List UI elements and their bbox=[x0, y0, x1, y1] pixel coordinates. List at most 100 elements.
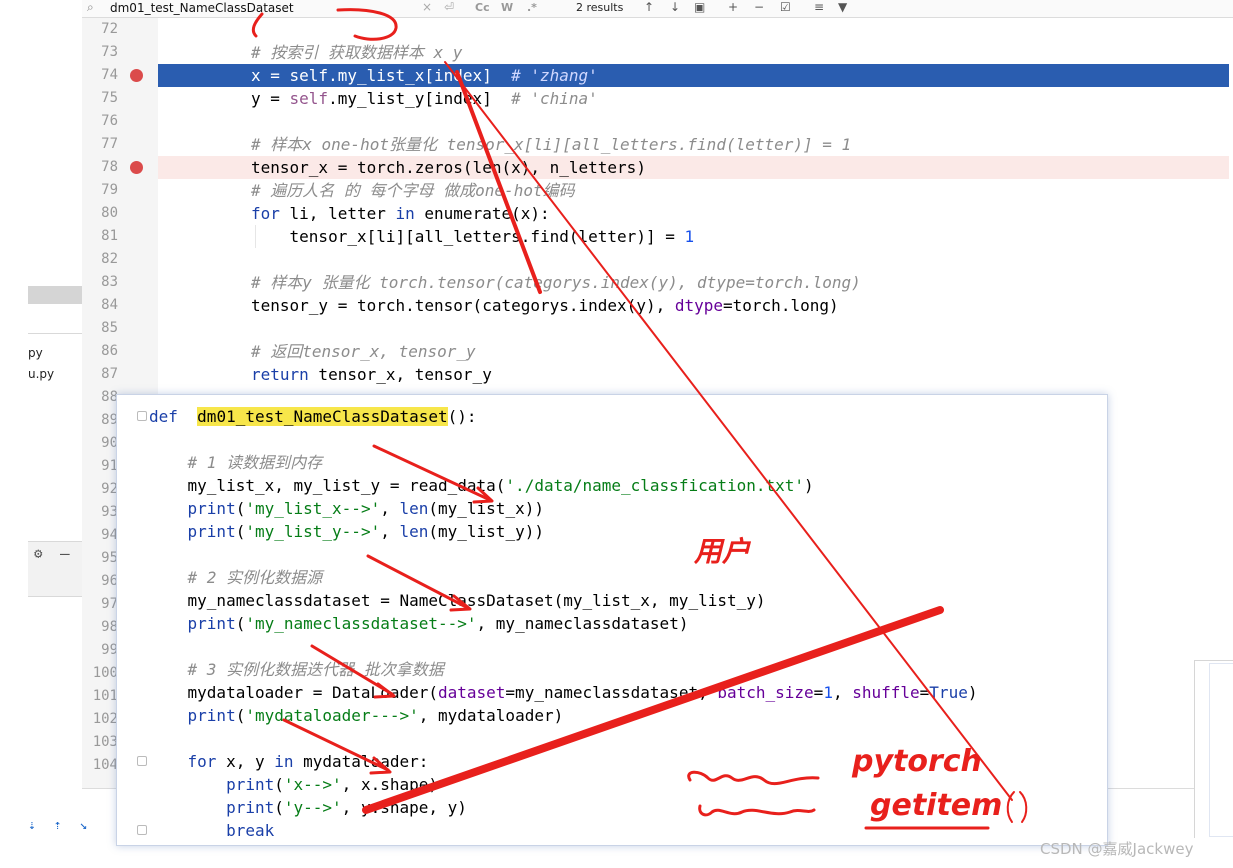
project-selected-row[interactable] bbox=[28, 286, 82, 304]
select-all-occurrences-icon[interactable]: ☑ bbox=[780, 0, 791, 14]
line-number: 84 bbox=[101, 297, 118, 313]
step-into-icon[interactable]: ⇣ bbox=[28, 818, 36, 833]
code-text: tensor_x[li][all_letters.find(letter)] =… bbox=[251, 227, 695, 246]
popup-code-text: my_nameclassdataset = NameClassDataset(m… bbox=[149, 591, 766, 610]
clear-icon[interactable]: × bbox=[422, 0, 432, 14]
line-number: 98 bbox=[101, 619, 118, 635]
popup-code-line: def dm01_test_NameClassDataset(): bbox=[117, 405, 1107, 428]
line-number: 80 bbox=[101, 205, 118, 221]
line-number: 76 bbox=[101, 113, 118, 129]
popup-code-text: mydataloader = DataLoader(dataset=my_nam… bbox=[149, 683, 978, 702]
popup-code-line: print('my_nameclassdataset-->', my_namec… bbox=[117, 612, 1107, 635]
whole-word-toggle[interactable]: W bbox=[501, 1, 513, 14]
code-line[interactable]: 87 return tensor_x, tensor_y bbox=[82, 363, 1229, 386]
code-text: tensor_y = torch.tensor(categorys.index(… bbox=[251, 296, 839, 315]
debug-toolbar: ⇣ ⇡ ↘ bbox=[28, 818, 128, 838]
history-icon[interactable]: ⏎ bbox=[444, 0, 454, 14]
step-out-icon[interactable]: ⇡ bbox=[54, 818, 62, 833]
code-line[interactable]: 85 bbox=[82, 317, 1229, 340]
code-line[interactable]: 76 bbox=[82, 110, 1229, 133]
fold-marker-icon[interactable] bbox=[137, 411, 147, 421]
remove-selection-icon[interactable]: − bbox=[754, 0, 764, 14]
code-line[interactable]: 80 for li, letter in enumerate(x): bbox=[82, 202, 1229, 225]
breakpoint-icon[interactable] bbox=[130, 69, 143, 82]
popup-code-text: break bbox=[226, 821, 275, 840]
code-line[interactable]: 75 y = self.my_list_y[index] # 'china' bbox=[82, 87, 1229, 110]
match-case-toggle[interactable]: Cc bbox=[475, 1, 490, 14]
code-line[interactable]: 86 # 返回tensor_x, tensor_y bbox=[82, 340, 1229, 363]
search-input[interactable]: dm01_test_NameClassDataset bbox=[110, 1, 294, 15]
popup-code-line: # 1 读数据到内存 bbox=[117, 451, 1107, 474]
line-number: 91 bbox=[101, 458, 118, 474]
filter-options-icon[interactable]: ≡ bbox=[814, 0, 824, 14]
line-number: 86 bbox=[101, 343, 118, 359]
regex-toggle[interactable]: .* bbox=[527, 1, 537, 14]
previous-occurrence-icon[interactable]: ↑ bbox=[644, 0, 654, 14]
code-line[interactable]: 74 x = self.my_list_x[index] # 'zhang' bbox=[82, 64, 1229, 87]
popup-code-line bbox=[117, 543, 1107, 566]
popup-code-text: # 1 读数据到内存 bbox=[187, 453, 323, 472]
code-text: y = self.my_list_y[index] # 'china' bbox=[251, 89, 598, 108]
code-line[interactable]: 77 # 样本x one-hot张量化 tensor_x[li][all_lett… bbox=[82, 133, 1229, 156]
popup-code-line bbox=[117, 428, 1107, 451]
line-number: 77 bbox=[101, 136, 118, 152]
line-number: 73 bbox=[101, 44, 118, 60]
project-file-item[interactable]: py bbox=[28, 346, 43, 360]
annotation-user-label: 用户 bbox=[694, 535, 751, 568]
annotation-getitem-label: getitem bbox=[870, 788, 1003, 823]
fold-marker-icon[interactable] bbox=[137, 756, 147, 766]
line-number: 75 bbox=[101, 90, 118, 106]
line-number: 78 bbox=[101, 159, 118, 175]
code-line[interactable]: 73 # 按索引 获取数据样本 x y bbox=[82, 41, 1229, 64]
code-text: return tensor_x, tensor_y bbox=[251, 365, 492, 384]
breakpoint-icon[interactable] bbox=[130, 161, 143, 174]
code-line[interactable]: 84 tensor_y = torch.tensor(categorys.inde… bbox=[82, 294, 1229, 317]
fold-marker-icon[interactable] bbox=[137, 825, 147, 835]
popup-code-text: # 3 实例化数据迭代器 批次拿数据 bbox=[187, 660, 444, 679]
line-number: 94 bbox=[101, 527, 118, 543]
code-text: tensor_x = torch.zeros(len(x), n_letters… bbox=[251, 158, 646, 177]
popup-code-line: print('mydataloader--->', mydataloader) bbox=[117, 704, 1107, 727]
code-line[interactable]: 81 tensor_x[li][all_letters.find(letter)… bbox=[82, 225, 1229, 248]
popup-code-text: print('y-->', y.shape, y) bbox=[226, 798, 467, 817]
line-number: 100 bbox=[92, 665, 118, 681]
project-file-item[interactable]: u.py bbox=[28, 367, 54, 381]
popup-code-line bbox=[117, 635, 1107, 658]
code-line[interactable]: 78 tensor_x = torch.zeros(len(x), n_lette… bbox=[82, 156, 1229, 179]
popup-code-text: print('x-->', x.shape) bbox=[226, 775, 438, 794]
project-panel: py u.py ⚙ — ⇣ ⇡ ↘ bbox=[0, 0, 87, 868]
code-line[interactable]: 79 # 遍历人名 的 每个字母 做成one-hot编码 bbox=[82, 179, 1229, 202]
popup-code-line: my_list_x, my_list_y = read_data('./data… bbox=[117, 474, 1107, 497]
code-line[interactable]: 82 bbox=[82, 248, 1229, 271]
code-line[interactable]: 83 # 样本y 张量化 torch.tensor(categorys.index… bbox=[82, 271, 1229, 294]
line-number: 83 bbox=[101, 274, 118, 290]
run-to-cursor-icon[interactable]: ↘ bbox=[79, 818, 87, 833]
code-text: # 遍历人名 的 每个字母 做成one-hot编码 bbox=[251, 181, 575, 200]
code-text: # 按索引 获取数据样本 x y bbox=[251, 43, 463, 62]
line-number: 79 bbox=[101, 182, 118, 198]
line-number: 88 bbox=[101, 389, 118, 405]
line-number: 103 bbox=[92, 734, 118, 750]
divider bbox=[28, 333, 82, 334]
next-occurrence-icon[interactable]: ↓ bbox=[670, 0, 680, 14]
tool-window-header: ⚙ — bbox=[28, 541, 82, 597]
popup-code-text: print('my_list_y-->', len(my_list_y)) bbox=[187, 522, 544, 541]
filter-icon[interactable]: ▼ bbox=[838, 0, 847, 14]
floating-window-edge bbox=[1194, 660, 1233, 838]
watermark: CSDN @嘉威Jackwey bbox=[1040, 840, 1194, 858]
gear-icon[interactable]: ⚙ bbox=[34, 546, 42, 562]
minimize-icon[interactable]: — bbox=[60, 544, 70, 563]
popup-code-text: my_list_x, my_list_y = read_data('./data… bbox=[149, 476, 814, 495]
find-in-window-icon[interactable]: ▣ bbox=[694, 0, 705, 14]
search-results-count: 2 results bbox=[576, 1, 624, 14]
code-text: for li, letter in enumerate(x): bbox=[251, 204, 550, 223]
line-number: 93 bbox=[101, 504, 118, 520]
code-line[interactable]: 72 bbox=[82, 18, 1229, 41]
line-number: 82 bbox=[101, 251, 118, 267]
code-text: # 样本x one-hot张量化 tensor_x[li][all_letter… bbox=[251, 135, 852, 154]
popup-code-line: # 2 实例化数据源 bbox=[117, 566, 1107, 589]
add-selection-icon[interactable]: + bbox=[728, 0, 738, 14]
popup-code-text: print('my_list_x-->', len(my_list_x)) bbox=[187, 499, 544, 518]
search-icon[interactable]: ⌕ bbox=[87, 0, 94, 15]
popup-code-line: my_nameclassdataset = NameClassDataset(m… bbox=[117, 589, 1107, 612]
